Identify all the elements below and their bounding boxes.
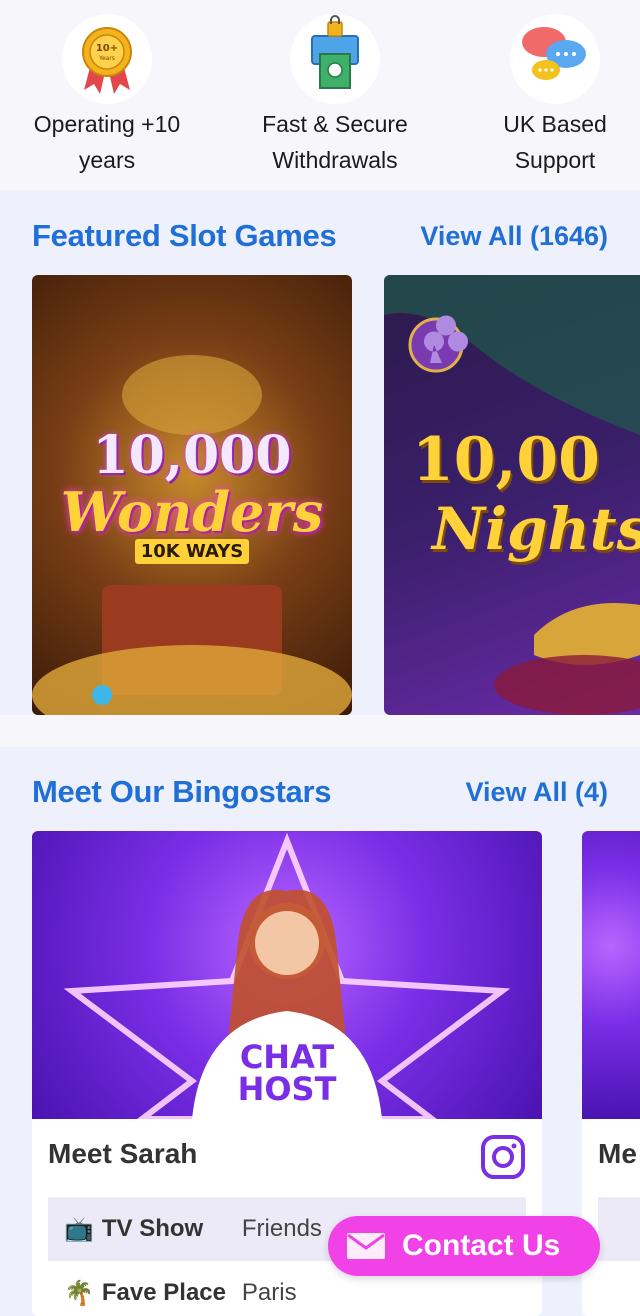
info-row	[598, 1197, 640, 1261]
contact-label: Contact Us	[402, 1229, 561, 1262]
feature-operating: 10+ Years Operating +10 years	[7, 0, 207, 178]
svg-text:10+: 10+	[96, 43, 118, 54]
info-value: Friends	[241, 1215, 322, 1242]
section-title: Meet Our Bingostars	[32, 774, 332, 809]
slot-title-line1: 10,00	[412, 425, 600, 495]
info-value: Paris	[241, 1279, 297, 1306]
slot-title-line3: 10K WAYS	[32, 539, 352, 564]
feature-support: UK Based Support	[455, 0, 640, 178]
section-divider	[0, 715, 640, 747]
instagram-icon[interactable]	[480, 1134, 526, 1180]
feature-label: UK Based Support	[503, 111, 607, 173]
tv-icon: 📺	[64, 1215, 94, 1243]
feature-withdrawals: Fast & Secure Withdrawals	[235, 0, 435, 178]
host-photo	[582, 831, 640, 1119]
host-photo: CHAT HOST	[32, 831, 542, 1119]
slot-title-line2: Nights	[432, 495, 640, 563]
info-label: Fave Place	[101, 1279, 226, 1306]
view-all-slots-link[interactable]: View All (1646)	[420, 221, 608, 252]
slot-tile-nights[interactable]: 10,00 Nights	[384, 275, 640, 715]
envelope-icon	[347, 1233, 385, 1259]
view-all-hosts-link[interactable]: View All (4)	[465, 777, 608, 808]
slot-title-line2: Wonders	[60, 480, 324, 544]
slot-title-line1: 10,000	[92, 425, 292, 486]
section-title: Featured Slot Games	[32, 218, 337, 253]
host-name: Meet Sarah	[48, 1138, 198, 1169]
bingostars-header: Meet Our Bingostars View All (4)	[32, 774, 608, 810]
svg-text:Years: Years	[98, 55, 115, 62]
features-strip: 10+ Years Operating +10 years Fast & Sec…	[0, 0, 640, 190]
feature-label: Fast & Secure Withdrawals	[262, 111, 408, 173]
feature-label: Operating +10 years	[33, 111, 181, 173]
slots-header: Featured Slot Games View All (1646)	[32, 218, 608, 254]
chat-bubbles-icon	[510, 14, 600, 104]
palm-tree-icon: 🌴	[64, 1279, 94, 1307]
secure-withdrawal-icon	[290, 14, 380, 104]
shirt-text: CHAT HOST	[237, 1038, 337, 1108]
host-name: Me	[598, 1138, 637, 1169]
contact-us-button[interactable]: Contact Us	[328, 1216, 600, 1276]
info-label: TV Show	[101, 1215, 204, 1242]
slot-tile-wonders[interactable]: 10,000 Wonders 10K WAYS	[32, 275, 352, 715]
ribbon-badge-icon: 10+ Years	[62, 14, 152, 104]
